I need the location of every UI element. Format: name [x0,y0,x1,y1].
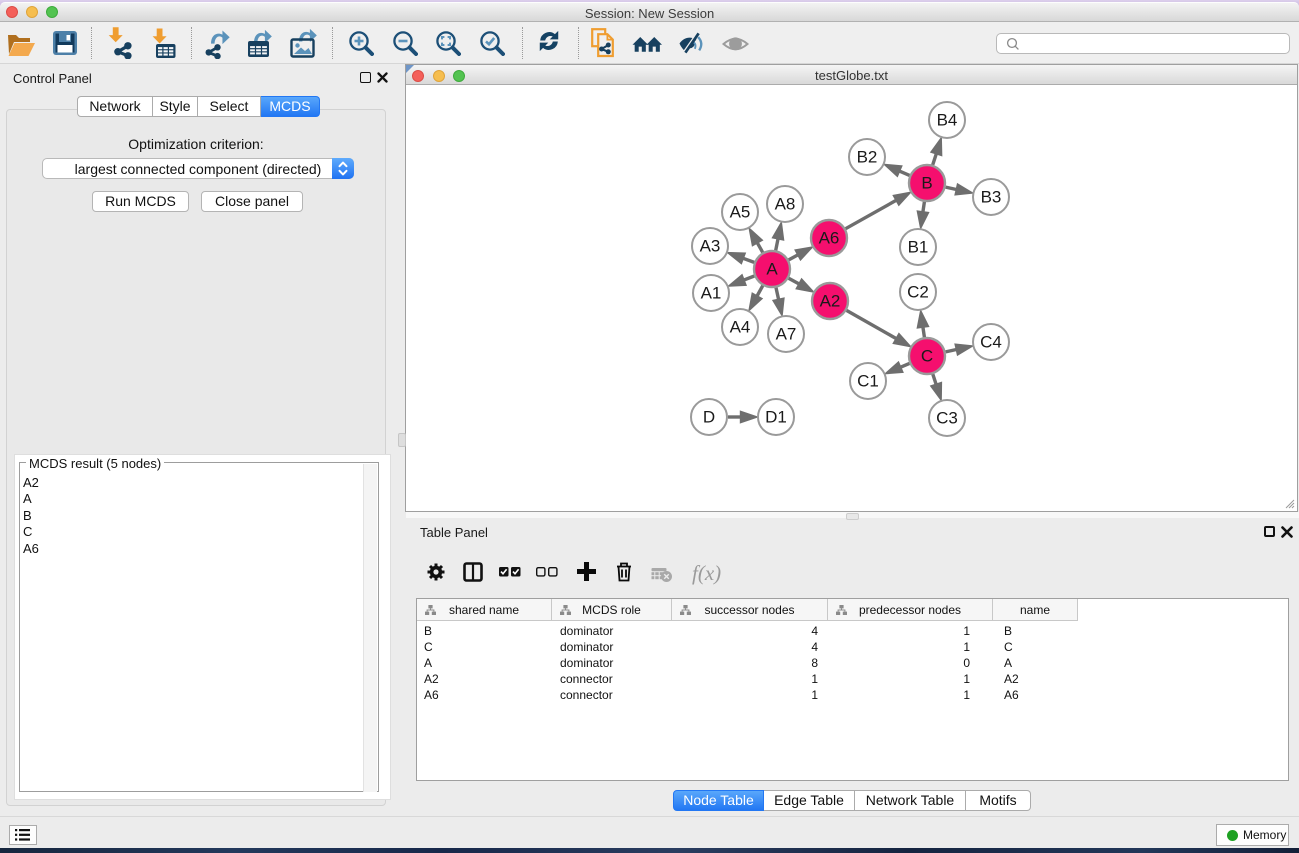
svg-text:B3: B3 [981,188,1002,207]
svg-text:A7: A7 [776,325,797,344]
svg-text:A5: A5 [730,203,751,222]
svg-text:B2: B2 [857,148,878,167]
svg-text:A8: A8 [775,195,796,214]
svg-text:C4: C4 [980,333,1002,352]
svg-text:A: A [766,260,778,279]
svg-text:A6: A6 [819,229,840,248]
svg-text:C1: C1 [857,372,879,391]
svg-text:B: B [921,174,932,193]
svg-text:C3: C3 [936,409,958,428]
svg-text:B1: B1 [908,238,929,257]
svg-text:D1: D1 [765,408,787,427]
svg-text:B4: B4 [937,111,958,130]
svg-text:A3: A3 [700,237,721,256]
svg-text:D: D [703,408,715,427]
svg-text:C: C [921,347,933,366]
svg-text:A1: A1 [701,284,722,303]
svg-text:A4: A4 [730,318,751,337]
svg-text:C2: C2 [907,283,929,302]
svg-text:A2: A2 [820,292,841,311]
